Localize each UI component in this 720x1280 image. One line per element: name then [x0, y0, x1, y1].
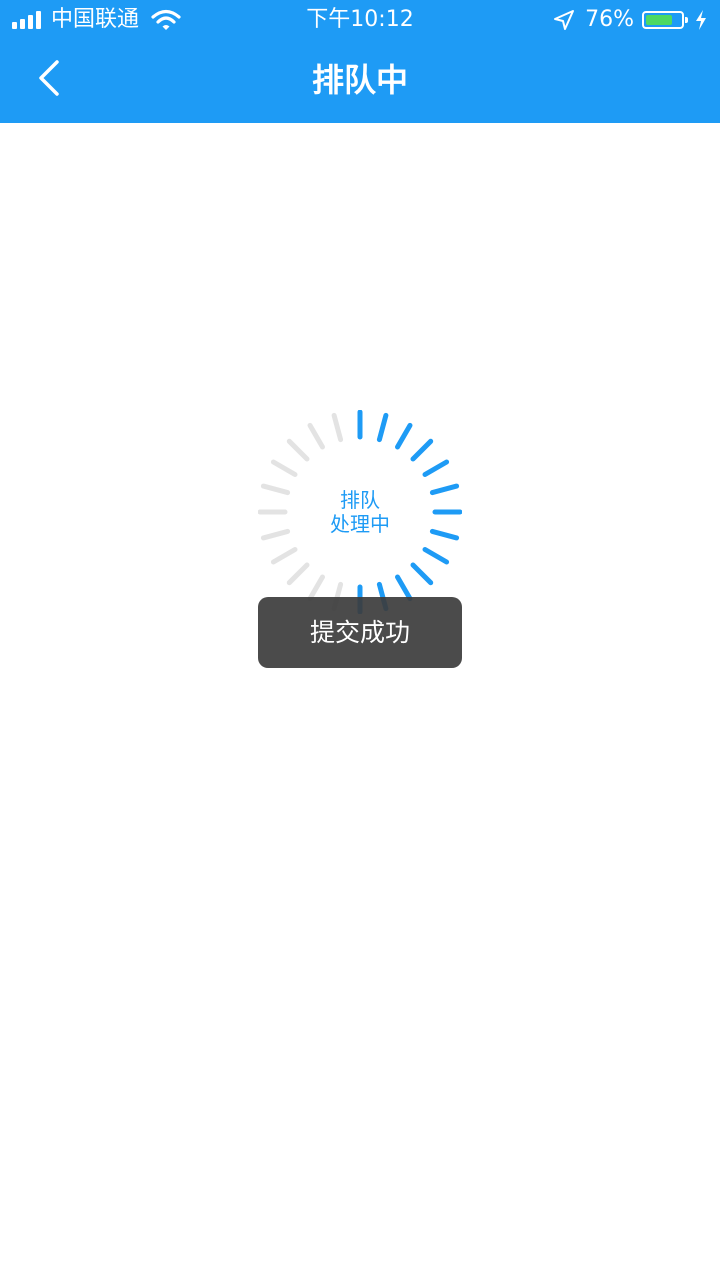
battery-percent: 76% [585, 7, 634, 32]
spinner-tick [307, 422, 325, 450]
spinner-tick [410, 562, 434, 586]
spinner-label-line2: 处理中 [330, 512, 390, 536]
battery-icon [642, 11, 688, 29]
spinner-tick [422, 547, 450, 565]
spinner-tick [270, 459, 298, 477]
spinner-tick [395, 422, 413, 450]
spinner-tick [286, 562, 310, 586]
app-header: 中国联通 下午10:12 76% 排队中 [0, 0, 720, 123]
spinner-tick [270, 547, 298, 565]
spinner-label-line1: 排队 [340, 488, 380, 512]
spinner-tick [307, 574, 325, 602]
status-right: 76% [553, 0, 708, 40]
spinner-tick [422, 459, 450, 477]
spinner-tick [395, 574, 413, 602]
status-bar: 中国联通 下午10:12 76% [0, 0, 720, 40]
spinner-tick [331, 412, 344, 443]
queue-progress-spinner: 排队 处理中 [258, 410, 462, 614]
spinner-tick [286, 438, 310, 462]
page-title: 排队中 [311, 61, 408, 99]
spinner-tick [376, 412, 389, 443]
battery-fill [646, 15, 672, 25]
charging-icon [696, 10, 706, 30]
nav-bar: 排队中 [0, 40, 720, 123]
location-icon [554, 10, 575, 30]
spinner-label: 排队 处理中 [258, 488, 462, 536]
spinner-tick [410, 438, 434, 462]
toast-message: 提交成功 [258, 597, 462, 668]
